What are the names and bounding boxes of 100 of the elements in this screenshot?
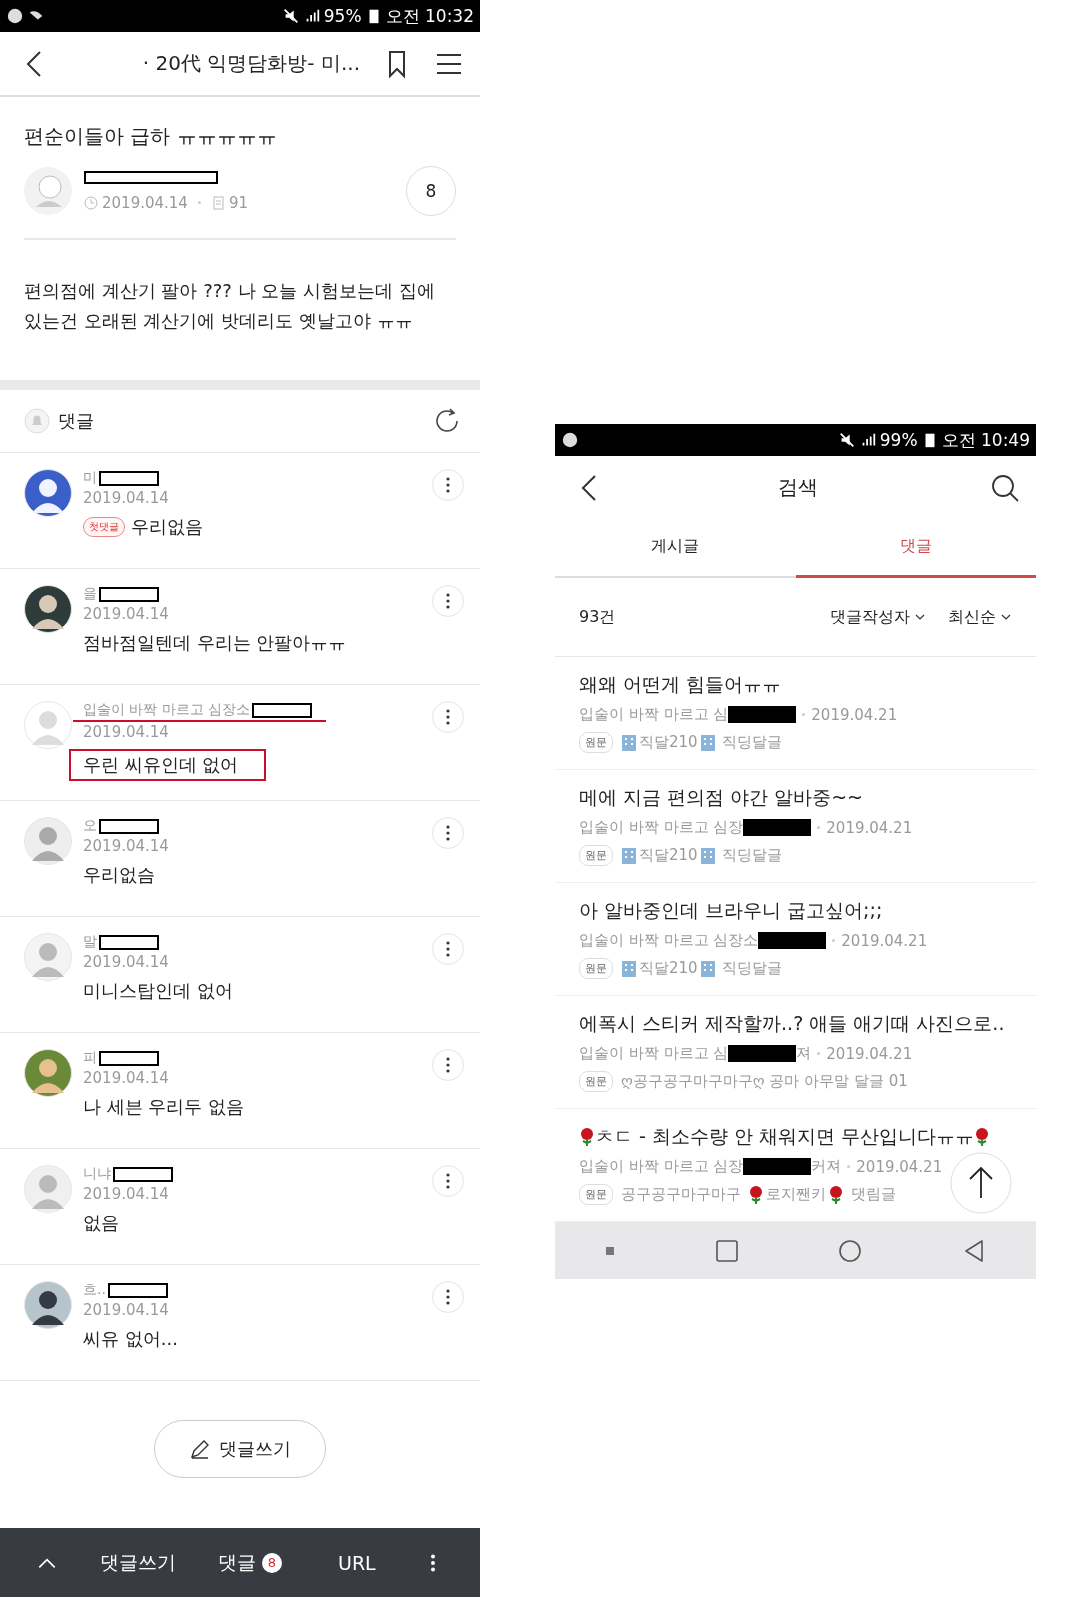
author-name: 입술이 바짝 마르고 심장 bbox=[579, 1157, 744, 1176]
battery-level: 99% bbox=[879, 430, 918, 450]
result-title[interactable]: 아 알바중인데 브라우니 굽고싶어;;; bbox=[579, 898, 883, 924]
redaction-bar bbox=[107, 1282, 168, 1298]
comment-text: 나 세븐 우리두 없음 bbox=[83, 1095, 245, 1119]
app-icon bbox=[561, 431, 579, 449]
post-date: 2019.04.14 bbox=[102, 193, 188, 212]
board-name: 직달210 bbox=[639, 733, 698, 752]
commenter-name: 을 bbox=[83, 585, 97, 603]
commenter-name: 오 bbox=[83, 817, 97, 835]
write-comment-button[interactable]: 댓글쓰기 bbox=[154, 1419, 326, 1478]
comment-text: 점바점일텐데 우리는 안팔아ㅠㅠ bbox=[83, 631, 347, 655]
post-body: 편의점에 계산기 팔아 ??? 나 오늘 시험보는데 집에 있는건 오래된 계산기에 밧데리도 옛날고야 ㅠㅠ bbox=[24, 279, 436, 333]
board-name: 공구공구마구마구 bbox=[621, 1185, 742, 1204]
mute-icon bbox=[281, 7, 300, 25]
original-badge[interactable]: 원문 bbox=[579, 1184, 613, 1205]
comment-text: 우린 씨유인데 없어 bbox=[83, 754, 239, 775]
result-count: 93건 bbox=[579, 606, 616, 628]
clock-icon bbox=[84, 195, 98, 210]
commenter-name: 말 bbox=[83, 933, 97, 951]
result-title[interactable]: 에폭시 스티커 제작할까..? 애들 애기때 사진으로.. bbox=[579, 1011, 1005, 1037]
redaction-bar bbox=[728, 706, 797, 723]
document-icon bbox=[210, 195, 225, 210]
sort-dropdown[interactable]: 댓글작성자 bbox=[830, 606, 926, 628]
clock: 오전 10:49 bbox=[941, 428, 1030, 452]
redaction-bar bbox=[99, 470, 159, 486]
pencil-icon bbox=[189, 1437, 211, 1460]
redaction-bar bbox=[758, 932, 827, 949]
comment-text: 없음 bbox=[83, 1211, 119, 1235]
search-icon[interactable] bbox=[990, 472, 1020, 503]
building-icon bbox=[621, 959, 637, 978]
redaction-bar bbox=[743, 1158, 812, 1175]
comment-text: 미니스탑인데 없어 bbox=[83, 979, 233, 1003]
author-name: 져 bbox=[796, 1044, 812, 1063]
result-date: 2019.04.21 bbox=[856, 1157, 943, 1176]
building-icon bbox=[621, 733, 637, 752]
comment-text: 우리없음 bbox=[131, 515, 203, 539]
redaction-bar bbox=[743, 819, 812, 836]
tab[interactable]: 게시글 bbox=[555, 519, 796, 578]
comment-count-badge: 8 bbox=[262, 1552, 282, 1573]
board-name: 직딩달글 bbox=[721, 959, 783, 978]
comment-count[interactable]: 8 bbox=[406, 166, 456, 216]
original-badge[interactable]: 원문 bbox=[579, 845, 613, 866]
comment-date: 2019.04.14 bbox=[83, 1069, 169, 1087]
board-name: 직딩달글 bbox=[721, 846, 783, 865]
result-date: 2019.04.21 bbox=[826, 818, 913, 837]
view-count: 91 bbox=[228, 193, 248, 212]
page-title: · 20代 익명담화방- 미... bbox=[141, 50, 360, 77]
board-name: 직딩달글 bbox=[721, 733, 783, 752]
recent-apps-icon[interactable] bbox=[714, 1238, 739, 1263]
commenter-name: 니냐 bbox=[83, 1165, 111, 1183]
scroll-top-button[interactable] bbox=[950, 1152, 1012, 1214]
rose-icon bbox=[579, 1127, 595, 1147]
original-badge[interactable]: 원문 bbox=[579, 958, 613, 979]
commenter-name: 미 bbox=[83, 469, 97, 487]
comment-date: 2019.04.14 bbox=[83, 953, 169, 971]
comment-text: 우리없슴 bbox=[83, 863, 155, 887]
result-title[interactable]: ㅊㄷ - 최소수량 안 채워지면 무산입니다ㅠㅠ bbox=[595, 1124, 975, 1150]
url-link[interactable]: URL bbox=[338, 1551, 376, 1574]
board-name: 직달210 bbox=[639, 959, 698, 978]
result-date: 2019.04.21 bbox=[811, 705, 898, 724]
sort-dropdown[interactable]: 최신순 bbox=[948, 606, 1012, 628]
rose-icon bbox=[747, 1184, 764, 1205]
redaction-bar bbox=[99, 818, 159, 834]
result-title[interactable]: 메에 지금 편의점 야간 알바중~~ bbox=[579, 785, 863, 811]
result-date: 2019.04.21 bbox=[826, 1044, 913, 1063]
author-name: 입술이 바짝 마르고 심장소 bbox=[579, 931, 759, 950]
rose-icon bbox=[974, 1127, 991, 1147]
commenter-name: 피 bbox=[83, 1049, 97, 1067]
post-title: 편순이들아 급하 ㅠㅠㅠㅠㅠ bbox=[24, 123, 278, 150]
original-badge[interactable]: 원문 bbox=[579, 1071, 613, 1092]
original-badge[interactable]: 원문 bbox=[579, 732, 613, 753]
board-name: 댓림글 bbox=[849, 1185, 896, 1204]
redaction-bar bbox=[99, 1050, 159, 1066]
building-icon bbox=[699, 846, 716, 865]
building-icon bbox=[699, 959, 716, 978]
battery-level: 95% bbox=[323, 6, 362, 26]
write-comment-link[interactable]: 댓글쓰기 bbox=[100, 1549, 176, 1576]
board-name: 직달210 bbox=[639, 846, 698, 865]
building-icon bbox=[621, 846, 637, 865]
comment-date: 2019.04.14 bbox=[83, 723, 169, 741]
comments-link[interactable]: 댓글 bbox=[218, 1549, 256, 1576]
page-title: 검색 bbox=[777, 474, 818, 501]
author-name: 입술이 바짝 마르고 심 bbox=[579, 1044, 729, 1063]
app-icon bbox=[6, 7, 24, 25]
clock: 오전 10:32 bbox=[385, 4, 474, 28]
comment-date: 2019.04.14 bbox=[83, 1301, 169, 1319]
commenter-name: 입술이 바짝 마르고 심장소 bbox=[83, 701, 251, 719]
redaction-bar bbox=[252, 702, 313, 718]
home-icon[interactable] bbox=[838, 1238, 863, 1263]
tab[interactable]: 댓글 bbox=[795, 519, 1036, 578]
comment-date: 2019.04.14 bbox=[83, 837, 169, 855]
result-title[interactable]: 왜왜 어떤게 힘들어ㅠㅠ bbox=[579, 672, 782, 698]
author-name: 커져 bbox=[811, 1157, 842, 1176]
comment-date: 2019.04.14 bbox=[83, 489, 169, 507]
comment-date: 2019.04.14 bbox=[83, 605, 169, 623]
rose-icon bbox=[827, 1184, 844, 1205]
author-name: 입술이 바짝 마르고 심 bbox=[579, 705, 729, 724]
redaction-bar bbox=[113, 1166, 173, 1182]
first-comment-badge: 첫댓글 bbox=[83, 517, 125, 537]
